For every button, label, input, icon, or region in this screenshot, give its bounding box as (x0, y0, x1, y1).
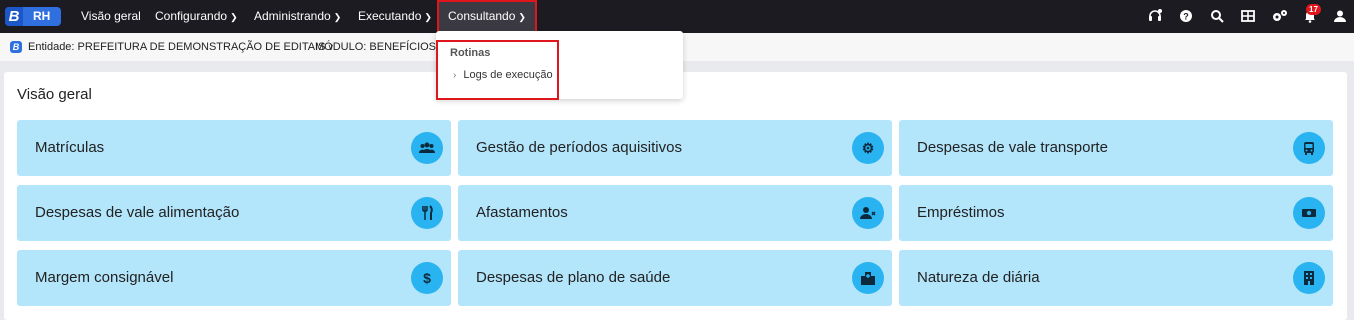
hospital-icon (852, 262, 884, 294)
nav-label: Executando (358, 9, 422, 23)
user-icon[interactable] (1333, 9, 1347, 23)
module-label: MÓDULO: BENEFÍCIOS (315, 41, 437, 53)
bus-icon (1293, 132, 1325, 164)
nav-consultando[interactable]: Consultando ❯ (437, 0, 537, 33)
dropdown-item-label: Logs de execução (463, 69, 553, 81)
app-logo[interactable]: B RH (5, 7, 61, 26)
nav-label: Consultando (448, 9, 516, 23)
building-icon (1293, 262, 1325, 294)
user-remove-icon (852, 197, 884, 229)
card-label: Natureza de diária (917, 269, 1040, 286)
card-label: Despesas de plano de saúde (476, 269, 671, 286)
card-label: Despesas de vale alimentação (35, 204, 240, 221)
users-icon (411, 132, 443, 164)
card-vale-alimentacao[interactable]: Despesas de vale alimentação (17, 185, 451, 241)
entity-label: Entidade: PREFEITURA DE DEMONSTRAÇÃO DE … (28, 41, 326, 53)
svg-text:?: ? (1183, 12, 1189, 22)
nav-label: Administrando (254, 9, 331, 23)
dollar-icon: $ (411, 262, 443, 294)
dropdown-item-logs-execucao[interactable]: › Logs de execução (453, 69, 553, 81)
card-label: Gestão de períodos aquisitivos (476, 139, 682, 156)
settings-icon[interactable] (1272, 9, 1287, 23)
nav-label: Visão geral (81, 9, 141, 23)
gear-icon: ⚙ (852, 132, 884, 164)
app-name: RH (33, 9, 51, 23)
chevron-down-icon: ❯ (518, 12, 526, 22)
overview-panel: Visão geral Matrículas Gestão de período… (4, 72, 1347, 320)
grid-icon[interactable] (1241, 9, 1255, 23)
card-matriculas[interactable]: Matrículas (17, 120, 451, 176)
card-label: Afastamentos (476, 204, 568, 221)
card-vale-transporte[interactable]: Despesas de vale transporte (899, 120, 1333, 176)
money-icon (1293, 197, 1325, 229)
headset-icon[interactable] (1148, 9, 1162, 23)
nav-label: Configurando (155, 9, 228, 23)
card-margem-consignavel[interactable]: Margem consignável $ (17, 250, 451, 306)
chevron-right-icon: › (453, 70, 457, 81)
card-label: Margem consignável (35, 269, 174, 286)
entity-selector[interactable]: Entidade: PREFEITURA DE DEMONSTRAÇÃO DE … (28, 33, 334, 61)
card-afastamentos[interactable]: Afastamentos (458, 185, 892, 241)
card-emprestimos[interactable]: Empréstimos (899, 185, 1333, 241)
chevron-down-icon: ❯ (424, 12, 432, 22)
nav-administrando[interactable]: Administrando ❯ (254, 0, 341, 33)
brand-letter: B (5, 7, 23, 26)
nav-configurando[interactable]: Configurando ❯ (155, 0, 238, 33)
help-icon[interactable]: ? (1179, 9, 1193, 23)
card-label: Empréstimos (917, 204, 1005, 221)
nav-executando[interactable]: Executando ❯ (358, 0, 432, 33)
card-natureza-diaria[interactable]: Natureza de diária (899, 250, 1333, 306)
search-icon[interactable] (1210, 9, 1224, 23)
chevron-down-icon: ❯ (230, 12, 238, 22)
chevron-down-icon: ❯ (333, 12, 342, 22)
entity-icon: B (10, 41, 22, 53)
nav-visao-geral[interactable]: Visão geral (81, 0, 141, 33)
card-label: Despesas de vale transporte (917, 139, 1108, 156)
page-title: Visão geral (17, 86, 92, 103)
utensils-icon (411, 197, 443, 229)
card-gestao-periodos[interactable]: Gestão de períodos aquisitivos ⚙ (458, 120, 892, 176)
notification-badge: 17 (1306, 4, 1321, 15)
dropdown-section-heading: Rotinas (450, 47, 491, 59)
module-selector[interactable]: MÓDULO: BENEFÍCIOS∨ (315, 33, 445, 61)
card-label: Matrículas (35, 139, 105, 156)
top-navbar: B RH Visão geral Configurando ❯ Administr… (0, 0, 1354, 33)
card-plano-saude[interactable]: Despesas de plano de saúde (458, 250, 892, 306)
